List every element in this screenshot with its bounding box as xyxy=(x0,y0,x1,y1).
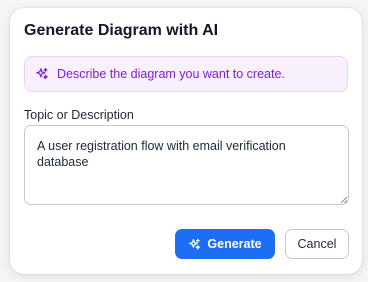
dialog-title: Generate Diagram with AI xyxy=(24,22,219,39)
topic-textarea[interactable]: A user registration flow with email veri… xyxy=(24,125,349,205)
cancel-button-label: Cancel xyxy=(297,237,337,251)
sparkles-icon xyxy=(188,238,201,251)
cancel-button[interactable]: Cancel xyxy=(285,229,349,259)
banner-text: Describe the diagram you want to create. xyxy=(57,67,285,81)
generate-button-label: Generate xyxy=(207,237,262,251)
generate-diagram-dialog: Generate Diagram with AI Describe the di… xyxy=(10,8,362,274)
generate-button[interactable]: Generate xyxy=(175,229,275,259)
info-banner: Describe the diagram you want to create. xyxy=(24,56,348,92)
resize-grip-icon[interactable] xyxy=(340,196,348,204)
topic-label: Topic or Description xyxy=(24,108,134,122)
sparkles-icon xyxy=(35,67,49,81)
